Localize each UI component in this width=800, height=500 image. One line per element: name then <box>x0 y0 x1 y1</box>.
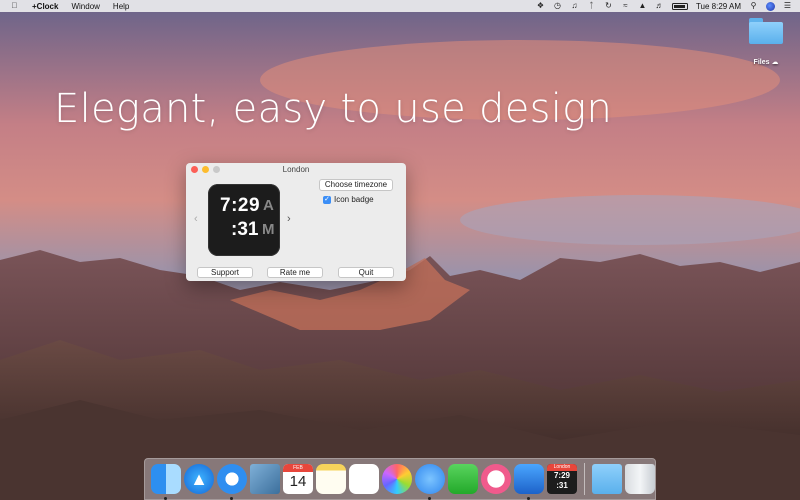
icon-badge-label: Icon badge <box>334 195 374 204</box>
battery-icon[interactable] <box>671 2 688 10</box>
menu-help[interactable]: Help <box>113 2 129 11</box>
calendar-month: FEB <box>283 464 313 472</box>
menu-clock[interactable]: Tue 8:29 AM <box>696 2 741 11</box>
preview-icon[interactable] <box>250 464 280 494</box>
trash-icon[interactable] <box>625 464 655 494</box>
dock-clock-time-top: 7:29 <box>553 471 570 480</box>
choose-timezone-button[interactable]: Choose timezone <box>319 179 393 191</box>
dock: ▲ FEB 14 London 7:29 :31 <box>144 458 656 500</box>
folder-icon <box>749 18 783 44</box>
messages-icon[interactable] <box>415 464 445 500</box>
clock-display: 7:29 A :31 M <box>208 184 280 256</box>
clock-ampm-a: A <box>263 197 274 214</box>
previous-timezone-icon[interactable]: ‹ <box>194 213 198 225</box>
airplay-icon[interactable]: ▲ <box>638 2 647 10</box>
clock-popover-window: London ‹ 7:29 A :31 M › Choose timezone … <box>186 163 406 281</box>
clock-seconds: :31 <box>231 219 259 240</box>
rate-me-button[interactable]: Rate me <box>267 267 323 278</box>
desktop-folder-label: Files ☁ <box>753 59 779 66</box>
dropbox-icon[interactable]: ❖ <box>536 2 545 10</box>
desktop-folder[interactable]: Files ☁ <box>744 18 788 66</box>
calendar-day: 14 <box>289 473 307 490</box>
photos-icon[interactable] <box>382 464 412 494</box>
facetime-icon[interactable] <box>448 464 478 494</box>
icon-badge-checkbox[interactable]: ✓ <box>323 195 331 204</box>
bluetooth-icon[interactable]: ᛏ <box>587 2 596 10</box>
title-bar: London <box>186 163 406 177</box>
volume-icon[interactable]: ♬ <box>655 2 664 10</box>
icon-badge-option[interactable]: ✓ Icon badge <box>323 195 374 204</box>
clock-app-icon[interactable]: London 7:29 :31 <box>547 464 577 494</box>
music-icon[interactable]: ♫ <box>570 2 579 10</box>
dock-separator <box>584 463 585 495</box>
notes-icon[interactable] <box>316 464 346 494</box>
time-machine-icon[interactable]: ↻ <box>604 2 613 10</box>
dock-folder-icon[interactable] <box>592 464 622 494</box>
finder-icon[interactable] <box>151 464 181 500</box>
itunes-icon[interactable] <box>481 464 511 494</box>
apple-icon[interactable]:  <box>10 2 19 10</box>
notification-center-icon[interactable]: ☰ <box>783 2 792 10</box>
next-timezone-icon[interactable]: › <box>287 213 291 225</box>
support-button[interactable]: Support <box>197 267 253 278</box>
dock-clock-time-bottom: :31 <box>556 481 568 490</box>
menu-app-name[interactable]: +Clock <box>32 2 58 11</box>
siri-icon[interactable] <box>766 1 775 11</box>
clock-hours-minutes: 7:29 <box>220 195 261 216</box>
reminders-icon[interactable] <box>349 464 379 494</box>
search-icon[interactable]: ⚲ <box>749 2 758 10</box>
menu-bar:  +Clock Window Help ❖ ◷ ♫ ᛏ ↻ ≈ ▲ ♬ Tue… <box>0 0 800 12</box>
cloud-icon: ☁ <box>771 59 779 66</box>
alarm-icon[interactable]: ◷ <box>553 2 562 10</box>
app-store-icon[interactable]: ▲ <box>184 464 214 494</box>
zoom-button[interactable] <box>213 166 220 173</box>
calendar-icon[interactable]: FEB 14 <box>283 464 313 494</box>
quit-button[interactable]: Quit <box>338 267 394 278</box>
wifi-icon[interactable]: ≈ <box>621 2 630 10</box>
minimize-button[interactable] <box>202 166 209 173</box>
clock-ampm-m: M <box>262 221 275 238</box>
close-button[interactable] <box>191 166 198 173</box>
safari-icon[interactable] <box>217 464 247 500</box>
menu-window[interactable]: Window <box>71 2 99 11</box>
headline: Elegant, easy to use design <box>54 86 613 132</box>
tweetbot-icon[interactable] <box>514 464 544 500</box>
dock-clock-city: London <box>547 464 577 471</box>
